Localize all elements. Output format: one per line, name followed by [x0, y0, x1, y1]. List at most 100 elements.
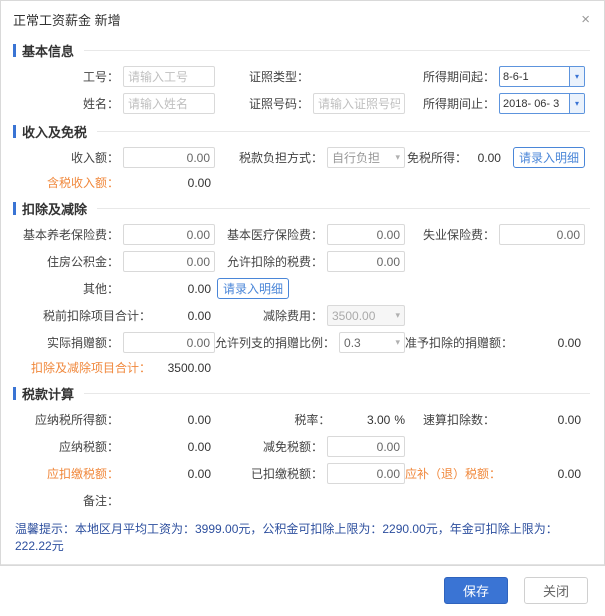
pre-tax-total-cell: 税前扣除项目合计： 0.00	[25, 307, 215, 324]
section-tax-header: 税款计算	[13, 384, 590, 403]
name-input[interactable]	[123, 93, 215, 114]
period-start-label: 所得期间起：	[422, 70, 495, 84]
form-row: 扣除及减除项目合计： 3500.00	[1, 356, 604, 379]
form-row: 收入额： 税款负担方式： 自行负担 ▾ 免税所得： 0.00 请录入明细	[1, 144, 604, 171]
period-start-select[interactable]: 8-6-1 ▾	[499, 66, 585, 87]
pension-label: 基本养老保险费：	[22, 228, 119, 242]
period-end-value: 2018- 06- 3	[503, 97, 560, 110]
tax-rate-unit: %	[394, 412, 405, 427]
period-end-cell: 所得期间止： 2018- 06- 3 ▾	[405, 93, 585, 114]
chevron-down-icon[interactable]: ▾	[569, 67, 584, 86]
withheld-tax-label: 已扣缴税额：	[250, 467, 323, 481]
close-button[interactable]: 关闭	[524, 577, 588, 604]
remark-label: 备注：	[82, 494, 119, 508]
period-end-select[interactable]: 2018- 06- 3 ▾	[499, 93, 585, 114]
tax-free-value: 0.00	[477, 150, 501, 165]
section-accent-bar	[13, 44, 16, 57]
section-income-header: 收入及免税	[13, 122, 590, 141]
section-deduction-header: 扣除及减除	[13, 199, 590, 218]
medical-label: 基本医疗保险费：	[226, 228, 323, 242]
housing-fund-cell: 住房公积金：	[25, 251, 215, 272]
withholding-tax-label: 应扣缴税额：	[46, 467, 119, 481]
salary-add-dialog: 正常工资薪金 新增 × 基本信息 工号： 证照类型： 所得期间起： 8-6-1 …	[0, 0, 605, 604]
tip-text: 温馨提示：本地区月平均工资为：3999.00元，公积金可扣除上限为：2290.0…	[15, 522, 558, 553]
tax-burden-select[interactable]: 自行负担 ▾	[327, 147, 405, 168]
section-divider	[97, 208, 590, 209]
housing-fund-label: 住房公积金：	[46, 255, 119, 269]
refund-tax-value: 0.00	[557, 466, 581, 481]
tax-burden-cell: 税款负担方式： 自行负担 ▾	[215, 147, 405, 168]
cert-number-cell: 证照号码：	[215, 93, 405, 114]
allowed-tax-label: 允许扣除的税费：	[226, 255, 323, 269]
other-deduction-cell: 其他： 0.00	[25, 280, 215, 297]
name-cell: 姓名：	[25, 93, 215, 114]
allowed-tax-input[interactable]	[327, 251, 405, 272]
save-button[interactable]: 保存	[444, 577, 508, 604]
dialog-title: 正常工资薪金 新增	[13, 13, 121, 28]
donation-ratio-value: 0.3	[344, 335, 361, 350]
quick-deduction-value: 0.00	[557, 412, 581, 427]
period-start-value: 8-6-1	[503, 70, 529, 83]
chevron-down-icon[interactable]: ▾	[569, 94, 584, 113]
donation-input[interactable]	[123, 332, 215, 353]
tax-reduction-label: 减免税额：	[262, 440, 323, 454]
medical-input[interactable]	[327, 224, 405, 245]
period-end-label: 所得期间止：	[422, 97, 495, 111]
income-amount-input[interactable]	[123, 147, 215, 168]
other-deduction-value: 0.00	[187, 281, 211, 296]
form-row: 姓名： 证照号码： 所得期间止： 2018- 06- 3 ▾	[1, 90, 604, 117]
expense-deduction-select: 3500.00 ▾	[327, 305, 405, 326]
housing-fund-input[interactable]	[123, 251, 215, 272]
section-income-title: 收入及免税	[22, 125, 88, 140]
dialog-titlebar: 正常工资薪金 新增 ×	[1, 1, 604, 36]
expense-deduction-cell: 减除费用： 3500.00 ▾	[215, 305, 405, 326]
tax-rate-cell: 税率： 3.00 %	[215, 411, 405, 428]
withholding-tax-value: 0.00	[187, 466, 211, 481]
taxed-income-value: 0.00	[187, 175, 211, 190]
form-row: 住房公积金： 允许扣除的税费：	[1, 248, 604, 275]
close-icon[interactable]: ×	[579, 12, 592, 27]
cert-number-input[interactable]	[313, 93, 405, 114]
section-basic-header: 基本信息	[13, 41, 590, 60]
medical-cell: 基本医疗保险费：	[215, 224, 405, 245]
pre-tax-total-label: 税前扣除项目合计：	[42, 309, 151, 323]
withheld-tax-input[interactable]	[327, 463, 405, 484]
chevron-down-icon: ▾	[395, 337, 400, 347]
taxed-income-cell: 含税收入额： 0.00	[25, 174, 215, 191]
tax-payable-cell: 应纳税额： 0.00	[25, 438, 215, 455]
tax-reduction-input[interactable]	[327, 436, 405, 457]
donation-ratio-label: 允许列支的捐赠比例：	[215, 336, 336, 350]
form-row: 税前扣除项目合计： 0.00 减除费用： 3500.00 ▾	[1, 302, 604, 329]
period-start-cell: 所得期间起： 8-6-1 ▾	[405, 66, 585, 87]
tax-payable-label: 应纳税额：	[58, 440, 119, 454]
tax-free-detail-button[interactable]: 请录入明细	[512, 147, 585, 168]
unemployment-input[interactable]	[499, 224, 585, 245]
unemployment-label: 失业保险费：	[422, 228, 495, 242]
other-detail-button[interactable]: 请录入明细	[217, 278, 290, 299]
tax-free-cell: 免税所得： 0.00 请录入明细	[405, 147, 585, 168]
section-tax-title: 税款计算	[22, 387, 75, 402]
quick-deduction-label: 速算扣除数：	[422, 413, 495, 427]
section-basic-title: 基本信息	[22, 44, 75, 59]
job-number-label: 工号：	[82, 70, 119, 84]
cert-type-label: 证照类型：	[248, 70, 309, 84]
deduction-total-label: 扣除及减除项目合计：	[30, 361, 151, 375]
expense-deduction-label: 减除费用：	[262, 309, 323, 323]
donation-ratio-select[interactable]: 0.3 ▾	[339, 332, 405, 353]
job-number-input[interactable]	[123, 66, 215, 87]
deduction-total-value: 3500.00	[167, 360, 211, 375]
withheld-tax-cell: 已扣缴税额：	[215, 463, 405, 484]
allowed-tax-cell: 允许扣除的税费：	[215, 251, 405, 272]
donation-label: 实际捐赠额：	[46, 336, 119, 350]
donation-cell: 实际捐赠额：	[25, 332, 215, 353]
form-row: 含税收入额： 0.00	[1, 171, 604, 194]
form-row: 备注：	[1, 487, 604, 514]
taxable-income-cell: 应纳税所得额： 0.00	[25, 411, 215, 428]
section-divider	[84, 393, 590, 394]
pension-input[interactable]	[123, 224, 215, 245]
tax-free-label: 免税所得：	[406, 151, 467, 165]
refund-tax-cell: 应补（退）税额： 0.00	[405, 465, 585, 482]
income-amount-label: 收入额：	[70, 151, 119, 165]
section-accent-bar	[13, 202, 16, 215]
expense-deduction-value: 3500.00	[332, 308, 376, 323]
